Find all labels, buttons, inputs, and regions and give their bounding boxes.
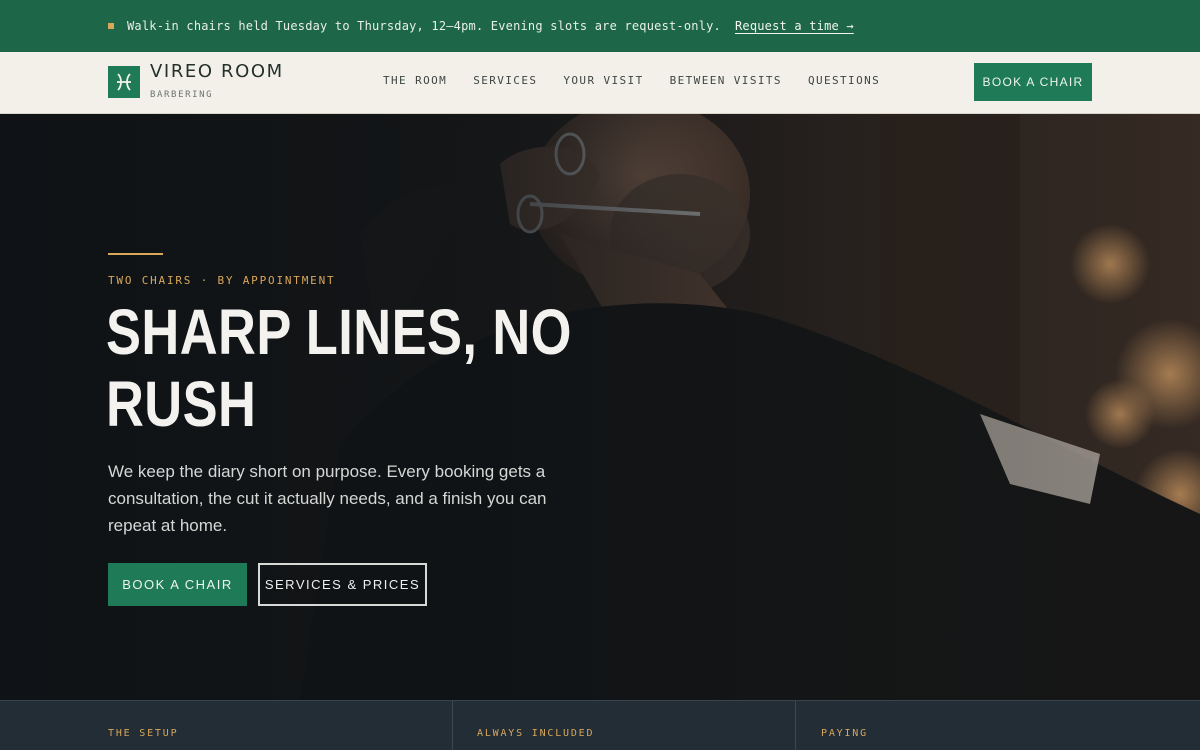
site-header: VIREO ROOM BARBERING THE ROOM SERVICES Y… xyxy=(0,52,1200,114)
bullet-icon xyxy=(108,23,114,29)
nav-item-services[interactable]: SERVICES xyxy=(473,74,537,87)
hero-title: SHARP LINES, NO RUSH xyxy=(106,296,598,440)
book-chair-header-button[interactable]: BOOK A CHAIR xyxy=(974,63,1092,101)
strip-label-included: ALWAYS INCLUDED xyxy=(477,728,595,739)
hero-title-line-1: SHARP LINES, NO xyxy=(106,296,572,368)
main-nav: THE ROOM SERVICES YOUR VISIT BETWEEN VIS… xyxy=(383,74,906,87)
nav-item-questions[interactable]: QUESTIONS xyxy=(808,74,880,87)
info-strip: THE SETUP ALWAYS INCLUDED PAYING xyxy=(0,700,1200,750)
column-divider xyxy=(795,701,796,750)
hero-title-line-2: RUSH xyxy=(106,368,257,440)
announcement-text: Walk-in chairs held Tuesday to Thursday,… xyxy=(127,19,721,33)
brand-subtitle: BARBERING xyxy=(150,90,214,100)
scissors-icon[interactable] xyxy=(108,66,140,98)
brand-name[interactable]: VIREO ROOM xyxy=(150,61,284,82)
accent-rule xyxy=(108,253,163,255)
nav-item-your-visit[interactable]: YOUR VISIT xyxy=(563,74,643,87)
strip-label-paying: PAYING xyxy=(821,728,868,739)
hero-eyebrow: TWO CHAIRS · BY APPOINTMENT xyxy=(108,274,336,287)
request-time-link[interactable]: Request a time → xyxy=(735,19,854,33)
nav-item-the-room[interactable]: THE ROOM xyxy=(383,74,447,87)
hero-section: TWO CHAIRS · BY APPOINTMENT SHARP LINES,… xyxy=(0,114,1200,700)
column-divider xyxy=(452,701,453,750)
services-prices-button[interactable]: SERVICES & PRICES xyxy=(258,563,427,606)
hero-description: We keep the diary short on purpose. Ever… xyxy=(108,462,547,535)
announcement-bar: Walk-in chairs held Tuesday to Thursday,… xyxy=(0,0,1200,52)
book-chair-button[interactable]: BOOK A CHAIR xyxy=(108,563,247,606)
nav-item-between-visits[interactable]: BETWEEN VISITS xyxy=(670,74,782,87)
strip-label-setup: THE SETUP xyxy=(108,728,179,739)
